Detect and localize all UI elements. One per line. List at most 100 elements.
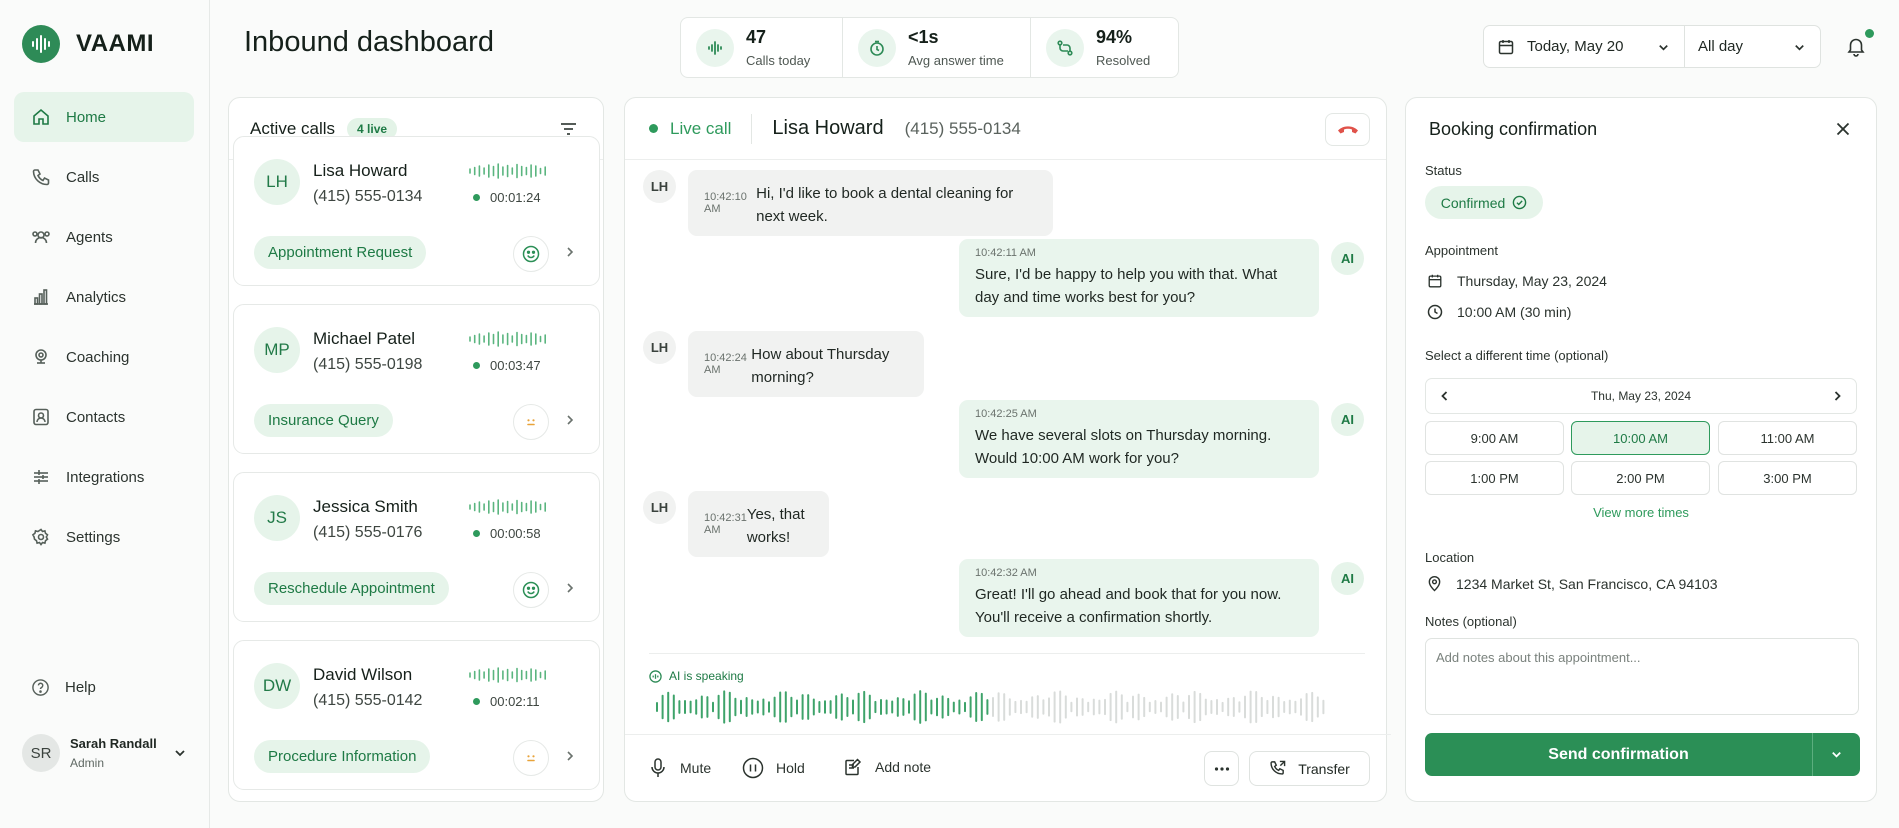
sidebar-item-settings[interactable]: Settings xyxy=(14,512,194,562)
sidebar-item-label: Home xyxy=(66,108,107,126)
appointment-time: 10:00 AM (30 min) xyxy=(1457,304,1572,320)
mute-button[interactable]: Mute xyxy=(648,757,711,779)
waveform-icon xyxy=(696,28,734,67)
sidebar-item-coaching[interactable]: Coaching xyxy=(14,332,194,382)
users-icon xyxy=(31,227,51,247)
message-text: Sure, I'd be happy to help you with that… xyxy=(975,266,1278,306)
message-timestamp: 10:42:31 AM xyxy=(704,512,747,536)
divider xyxy=(649,653,1365,654)
note-icon xyxy=(843,757,863,777)
transfer-button[interactable]: Transfer xyxy=(1249,751,1370,786)
status-value: Confirmed xyxy=(1440,194,1506,211)
chevron-right-icon[interactable] xyxy=(565,246,575,258)
send-confirmation-button: Send confirmation xyxy=(1425,733,1860,776)
caller-phone: (415) 555-0142 xyxy=(313,692,423,709)
pause-icon xyxy=(742,757,764,779)
time-range-select[interactable]: All day xyxy=(1685,26,1820,67)
hang-up-button[interactable] xyxy=(1325,113,1370,146)
date-select[interactable]: Today, May 20 xyxy=(1484,26,1685,67)
message-timestamp: 10:42:25 AM xyxy=(975,408,1037,420)
call-card[interactable]: LH Lisa Howard (415) 555-0134 00:01:24 A… xyxy=(233,136,600,286)
ai-avatar: AI xyxy=(1331,403,1364,436)
call-duration: 00:01:24 xyxy=(473,190,541,205)
date-filter: Today, May 20 All day xyxy=(1483,25,1821,68)
ai-message: 10:42:25 AM We have several slots on Thu… xyxy=(959,400,1319,478)
chevron-down-icon[interactable] xyxy=(173,746,187,760)
appointment-date: Thursday, May 23, 2024 xyxy=(1457,273,1607,289)
sidebar-item-home[interactable]: Home xyxy=(14,92,194,142)
user-menu[interactable]: SR Sarah Randall Admin xyxy=(22,734,187,772)
send-options-dropdown[interactable] xyxy=(1813,733,1860,776)
ai-message: 10:42:32 AM Great! I'll go ahead and boo… xyxy=(959,559,1319,637)
sidebar-item-analytics[interactable]: Analytics xyxy=(14,272,194,322)
appointment-label: Appointment xyxy=(1425,243,1498,258)
time-slot[interactable]: 3:00 PM xyxy=(1718,461,1857,495)
sidebar-item-integrations[interactable]: Integrations xyxy=(14,452,194,502)
call-duration: 00:00:58 xyxy=(473,526,541,541)
happy-face-icon xyxy=(513,236,549,272)
status-label: Status xyxy=(1425,163,1462,178)
call-controls: Mute Hold Add note Transfer xyxy=(625,734,1391,804)
sidebar-item-agents[interactable]: Agents xyxy=(14,212,194,262)
add-note-button[interactable]: Add note xyxy=(843,757,931,777)
hold-button[interactable]: Hold xyxy=(742,757,805,779)
call-waveform-icon xyxy=(469,163,546,179)
notes-field[interactable]: Add notes about this appointment... xyxy=(1425,638,1859,715)
app-name: VAAMI xyxy=(76,30,155,57)
sidebar-item-label: Coaching xyxy=(66,348,130,366)
time-slot[interactable]: 11:00 AM xyxy=(1718,421,1857,455)
ai-avatar: AI xyxy=(1331,562,1364,595)
add-note-label: Add note xyxy=(875,759,932,775)
caller-phone: (415) 555-0198 xyxy=(313,356,423,373)
time-slot[interactable]: 9:00 AM xyxy=(1425,421,1564,455)
chevron-down-icon xyxy=(1830,748,1843,761)
sidebar-item-label: Analytics xyxy=(66,288,127,306)
chevron-right-icon[interactable] xyxy=(565,414,575,426)
neutral-face-icon xyxy=(513,404,549,440)
sidebar-item-label: Calls xyxy=(66,168,100,186)
map-pin-icon xyxy=(1427,575,1442,592)
stats-bar: 47 Calls today <1s Avg answer time 94% Reso… xyxy=(680,17,1179,78)
caller-name: Jessica Smith xyxy=(313,497,418,516)
chevron-left-icon[interactable] xyxy=(1439,390,1451,402)
call-duration-value: 00:01:24 xyxy=(490,190,541,205)
happy-face-icon xyxy=(513,572,549,608)
call-duration-value: 00:00:58 xyxy=(490,526,541,541)
more-options-button[interactable] xyxy=(1204,751,1239,786)
close-icon[interactable] xyxy=(1836,122,1850,136)
chevron-right-icon[interactable] xyxy=(565,750,575,762)
help-link[interactable]: Help xyxy=(31,678,96,697)
live-indicator-dot xyxy=(473,194,480,201)
app-logo[interactable]: VAAMI xyxy=(22,25,154,63)
appointment-date-row: Thursday, May 23, 2024 xyxy=(1427,273,1607,289)
caller-avatar: DW xyxy=(254,663,300,709)
notification-dot xyxy=(1865,29,1874,38)
coaching-icon xyxy=(31,347,51,367)
sidebar-item-contacts[interactable]: Contacts xyxy=(14,392,194,442)
sidebar-item-calls[interactable]: Calls xyxy=(14,152,194,202)
time-slot[interactable]: 2:00 PM xyxy=(1571,461,1710,495)
avatar: SR xyxy=(22,734,60,772)
view-more-times-link[interactable]: View more times xyxy=(1406,505,1876,520)
time-slot-selected[interactable]: 10:00 AM xyxy=(1571,421,1710,455)
live-indicator-dot xyxy=(473,362,480,369)
call-card[interactable]: MP Michael Patel (415) 555-0198 00:03:47… xyxy=(233,304,600,454)
call-card[interactable]: DW David Wilson (415) 555-0142 00:02:11 … xyxy=(233,640,600,790)
message-timestamp: 10:42:32 AM xyxy=(975,567,1037,579)
hold-label: Hold xyxy=(776,760,805,776)
sidebar-nav: Home Calls Agents Analytics Coaching Con… xyxy=(14,92,194,572)
call-card[interactable]: JS Jessica Smith (415) 555-0176 00:00:58… xyxy=(233,472,600,622)
chevron-right-icon[interactable] xyxy=(1831,390,1843,402)
send-confirmation-main[interactable]: Send confirmation xyxy=(1425,733,1813,776)
notes-placeholder: Add notes about this appointment... xyxy=(1436,650,1641,665)
bell-icon[interactable] xyxy=(1845,35,1867,57)
call-intent-tag: Appointment Request xyxy=(254,236,427,269)
phone-icon xyxy=(31,167,51,187)
ai-message: 10:42:11 AM Sure, I'd be happy to help y… xyxy=(959,239,1319,317)
caller-avatar: JS xyxy=(254,495,300,541)
live-indicator-dot xyxy=(473,698,480,705)
filter-icon[interactable] xyxy=(560,122,577,136)
call-intent-tag: Insurance Query xyxy=(254,404,393,437)
chevron-right-icon[interactable] xyxy=(565,582,575,594)
time-slot[interactable]: 1:00 PM xyxy=(1425,461,1564,495)
